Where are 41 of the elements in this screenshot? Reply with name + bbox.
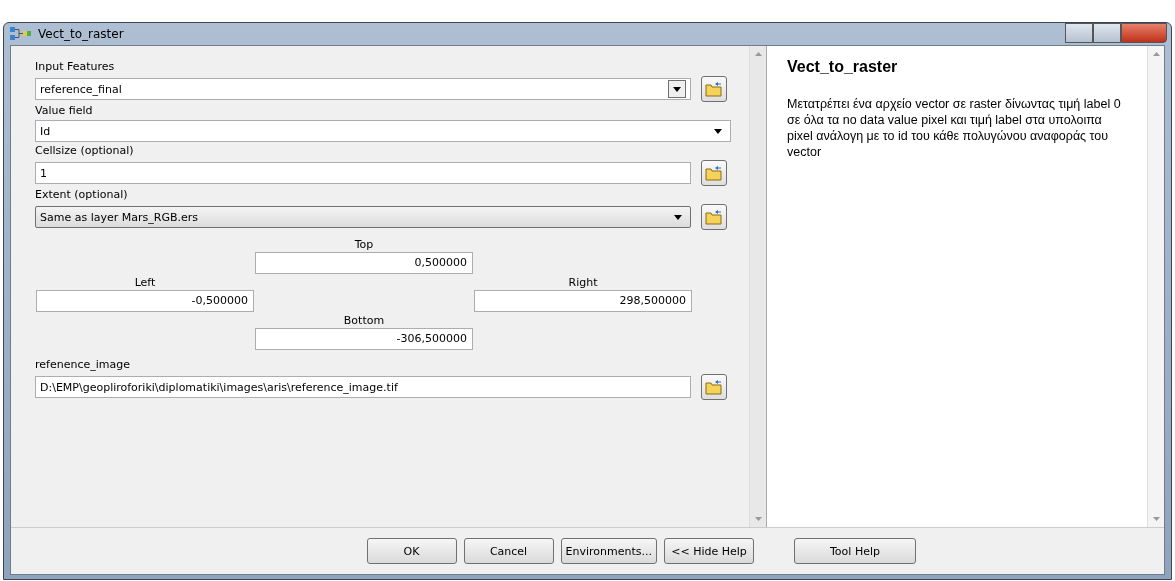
field-label: Top: [354, 238, 374, 252]
number-field[interactable]: 0,500000: [255, 252, 473, 274]
minimize-button[interactable]: [1065, 23, 1093, 43]
dropdown-field[interactable]: Id: [35, 120, 731, 142]
field-label: refenence_image: [35, 358, 131, 372]
field-label: Cellsize (optional): [35, 144, 135, 158]
help-title: Vect_to_raster: [787, 58, 899, 76]
maximize-button[interactable]: [1093, 23, 1121, 43]
dialog-button[interactable]: << Hide Help: [664, 538, 754, 564]
field-label: Left: [134, 276, 156, 290]
field-label: Extent (optional): [35, 188, 129, 202]
folder-icon: [705, 165, 723, 181]
help-text: Μετατρέπει ένα αρχείο vector σε raster δίνωντας τιμή label 0 σε όλα τα no data value pixel και τιμή label στα υπολοιπα pixel ανάλογη με το id του κάθε πολυγώνου αναφοράς του vector: [787, 96, 1122, 160]
window-title: Vect_to_raster: [38, 27, 124, 41]
folder-icon: [705, 81, 723, 97]
field-label: Bottom: [343, 314, 385, 328]
number-field[interactable]: -306,500000: [255, 328, 473, 350]
dialog-button[interactable]: Cancel: [463, 538, 554, 564]
scroll-up-icon[interactable]: [1152, 52, 1160, 56]
dialog-button[interactable]: OK: [366, 538, 457, 564]
scrollbar[interactable]: [1147, 46, 1164, 527]
browse-button[interactable]: [701, 204, 727, 230]
folder-icon: [705, 209, 723, 225]
number-field[interactable]: 298,500000: [474, 290, 692, 312]
browse-button[interactable]: [701, 76, 727, 102]
field-label: Value field: [35, 104, 94, 118]
scroll-down-icon[interactable]: [1152, 517, 1160, 521]
browse-button[interactable]: [701, 160, 727, 186]
dropdown-field[interactable]: Same as layer Mars_RGB.ers: [35, 206, 691, 228]
tool-help-button[interactable]: Tool Help: [794, 538, 916, 564]
number-field[interactable]: -0,500000: [36, 290, 254, 312]
dialog-button[interactable]: Environments...: [560, 538, 657, 564]
folder-icon: [705, 379, 723, 395]
close-button[interactable]: [1121, 23, 1167, 43]
model-icon: [10, 27, 32, 41]
text-field[interactable]: 1: [35, 162, 691, 184]
field-label: Right: [568, 276, 598, 290]
field-label: Input Features: [35, 60, 116, 74]
text-field[interactable]: D:\EMP\geopliroforiki\diplomatiki\images\aris\reference_image.tif: [35, 376, 691, 398]
browse-button[interactable]: [701, 374, 727, 400]
dropdown-field[interactable]: reference_final: [35, 78, 691, 100]
